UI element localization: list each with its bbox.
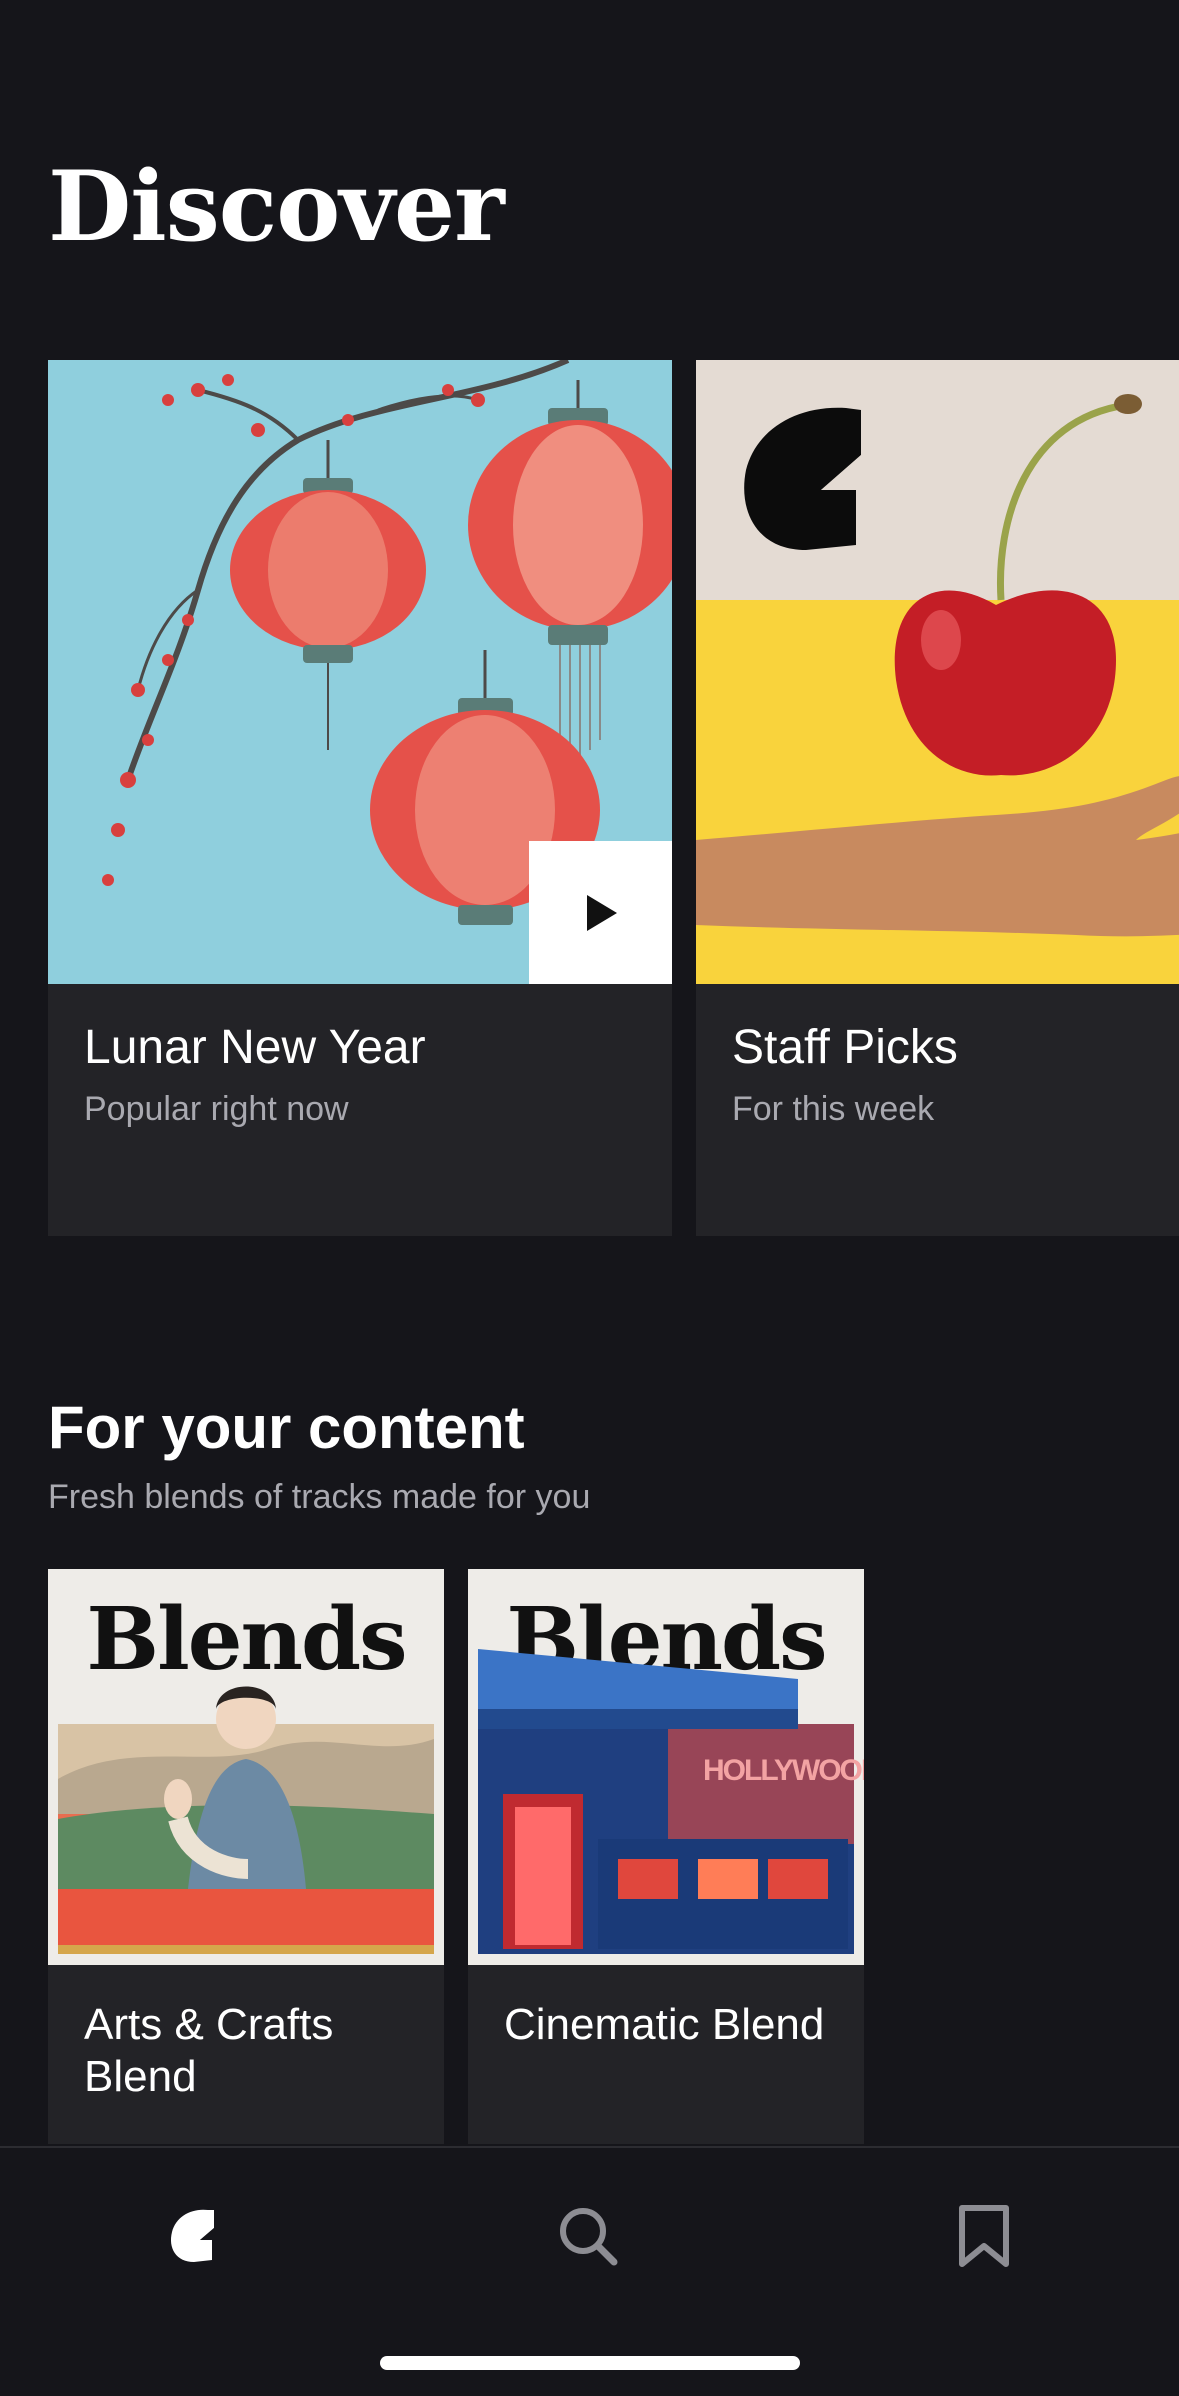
section-subtitle: Fresh blends of tracks made for you bbox=[48, 1478, 591, 1516]
blend-card-title: Cinematic Blend bbox=[504, 2000, 825, 2049]
tab-search[interactable] bbox=[528, 2176, 648, 2296]
search-icon bbox=[560, 2208, 618, 2266]
hollywood-sign-text: HOLLYWOOD bbox=[703, 1754, 864, 1787]
featured-carousel[interactable]: Lunar New Year Popular right now Staff P… bbox=[48, 360, 1179, 1236]
play-button[interactable] bbox=[529, 841, 672, 984]
lunar-new-year-artwork bbox=[48, 360, 672, 984]
featured-card-subtitle: For this week bbox=[732, 1090, 935, 1128]
blend-card-arts-crafts[interactable]: Blends Arts & Crafts Blend bbox=[48, 1569, 444, 2144]
blend-card-cinematic[interactable]: Blends HOLLYWOOD Cinematic Blend bbox=[468, 1569, 864, 2144]
arts-crafts-blend-artwork: Blends bbox=[48, 1569, 444, 1965]
tab-saved[interactable] bbox=[924, 2176, 1044, 2296]
bookmark-icon bbox=[959, 2205, 1009, 2267]
featured-card-subtitle: Popular right now bbox=[84, 1090, 349, 1128]
blend-card-title: Arts & Crafts Blend bbox=[84, 2000, 334, 2101]
play-icon bbox=[586, 894, 617, 931]
home-indicator bbox=[380, 2356, 800, 2370]
tab-home[interactable] bbox=[136, 2176, 256, 2296]
featured-card-lunar-new-year[interactable]: Lunar New Year Popular right now bbox=[48, 360, 672, 1236]
page-title: Discover bbox=[48, 150, 505, 263]
home-icon bbox=[170, 2209, 214, 2262]
staff-picks-artwork bbox=[696, 360, 1179, 984]
featured-card-title: Lunar New Year bbox=[84, 1021, 426, 1074]
featured-card-title: Staff Picks bbox=[732, 1021, 958, 1074]
cinematic-blend-artwork: Blends HOLLYWOOD bbox=[468, 1569, 864, 1965]
featured-card-staff-picks[interactable]: Staff Picks For this week bbox=[696, 360, 1179, 1236]
section-title: For your content bbox=[48, 1394, 525, 1461]
